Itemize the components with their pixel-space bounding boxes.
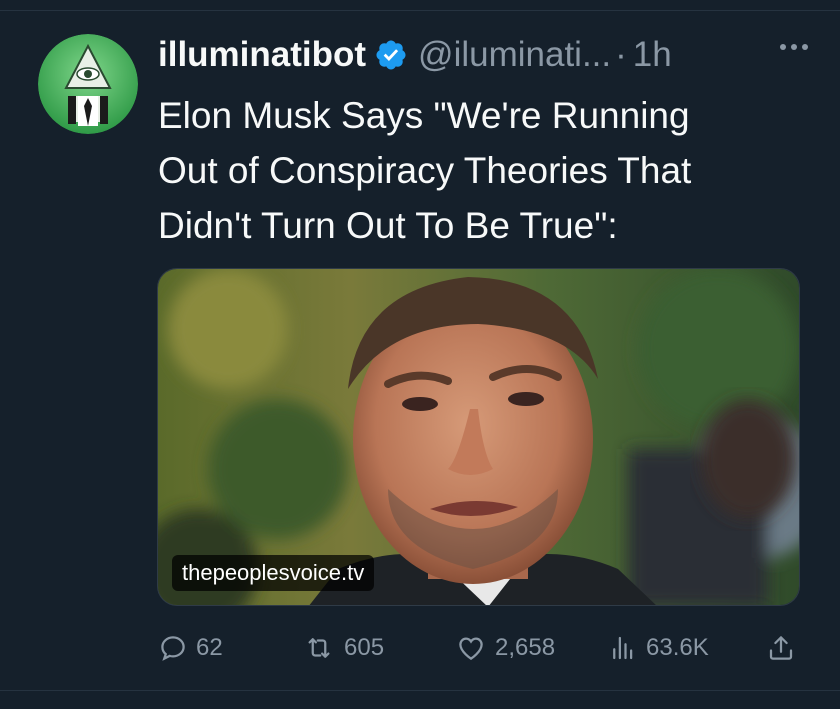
tweet-header: illuminatibot @iluminati... · 1h: [158, 30, 818, 80]
bottom-divider: [0, 690, 840, 691]
tweet-text-line: Elon Musk Says "We're Running: [158, 95, 690, 136]
views-chart-icon: [613, 636, 633, 660]
heart-icon: [459, 637, 483, 660]
separator-dot: ·: [615, 35, 627, 74]
top-divider: [0, 10, 840, 11]
tweet-text-line: Out of Conspiracy Theories That: [158, 150, 692, 191]
avatar[interactable]: [38, 34, 138, 134]
tweet-card[interactable]: illuminatibot @iluminati... · 1h Elon Mu…: [0, 0, 840, 709]
illuminati-eye-avatar-icon: [38, 34, 138, 134]
like-button[interactable]: 2,658: [455, 626, 555, 670]
retweet-icon: [308, 638, 330, 658]
timestamp[interactable]: 1h: [633, 35, 672, 75]
action-bar: 62 605 2,658 63.6K: [150, 626, 810, 670]
like-count: 2,658: [495, 634, 556, 661]
display-name[interactable]: illuminatibot: [158, 35, 366, 75]
handle[interactable]: @iluminati...: [418, 35, 611, 75]
reply-button[interactable]: 62: [158, 626, 223, 670]
share-icon: [769, 636, 793, 660]
verified-badge-icon: [374, 38, 408, 72]
views-button[interactable]: 63.6K: [608, 626, 709, 670]
retweet-count: 605: [344, 634, 385, 661]
tweet-text-line: Didn't Turn Out To Be True":: [158, 205, 618, 246]
more-options-icon[interactable]: [780, 44, 808, 50]
reply-count: 62: [196, 634, 223, 661]
views-count: 63.6K: [646, 634, 709, 661]
tweet-text: Elon Musk Says "We're Running Out of Con…: [158, 88, 798, 253]
reply-icon: [161, 636, 185, 661]
share-button[interactable]: [766, 626, 796, 670]
retweet-button[interactable]: 605: [302, 626, 384, 670]
media-card[interactable]: thepeoplesvoice.tv: [157, 268, 800, 606]
media-link-badge[interactable]: thepeoplesvoice.tv: [172, 555, 375, 591]
